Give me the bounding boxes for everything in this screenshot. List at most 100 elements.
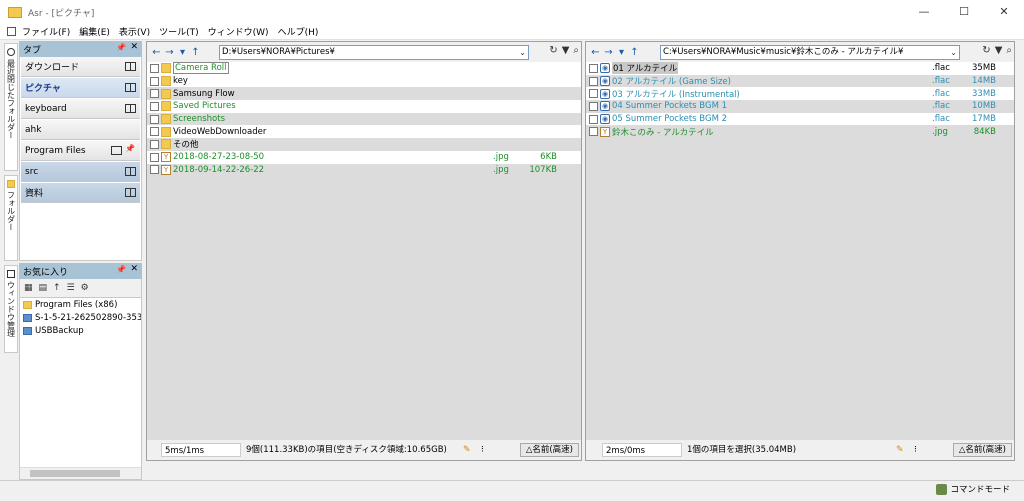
tab-item-src[interactable]: src (21, 162, 140, 182)
pin-icon[interactable]: 📌 (125, 144, 135, 153)
history-dropdown-icon[interactable]: ▾ (615, 47, 628, 58)
row-checkbox[interactable] (589, 101, 598, 111)
row-checkbox[interactable] (150, 101, 159, 111)
chevron-down-icon[interactable]: ⌄ (519, 46, 526, 59)
row-checkbox[interactable] (589, 127, 598, 137)
row-checkbox[interactable] (150, 114, 159, 124)
file-row[interactable]: key (147, 74, 581, 88)
row-checkbox[interactable] (150, 63, 159, 73)
back-arrow-icon[interactable]: ← (589, 47, 602, 58)
tab-item-keyboard[interactable]: keyboard (21, 99, 140, 119)
file-row[interactable]: VideoWebDownloader (147, 125, 581, 139)
forward-arrow-icon[interactable]: → (163, 47, 176, 58)
row-checkbox[interactable] (589, 63, 598, 73)
file-row[interactable]: ◉ 01 アルカテイル .flac 35MB (586, 62, 1014, 75)
file-row[interactable]: ◉ 04 Summer Pockets BGM 1 .flac 10MB (586, 100, 1014, 113)
file-row[interactable]: Saved Pictures (147, 100, 581, 113)
edit-icon[interactable]: ✎ (896, 445, 904, 455)
row-checkbox[interactable] (150, 139, 159, 149)
menu-tools[interactable]: ツール(T) (159, 25, 199, 38)
chevron-down-icon[interactable]: ⌄ (950, 46, 957, 59)
refresh-icon[interactable]: ↻ (549, 45, 557, 56)
menu-view[interactable]: 表示(V) (119, 25, 150, 38)
history-dropdown-icon[interactable]: ▾ (176, 47, 189, 58)
menu-file[interactable]: ファイル(F) (22, 25, 70, 38)
title-bar: Asr - [ピクチャ] — ☐ ✕ (0, 0, 1024, 24)
row-checkbox[interactable] (150, 165, 159, 175)
row-checkbox[interactable] (150, 89, 159, 99)
up-arrow-icon[interactable]: ↑ (189, 47, 202, 58)
tab-item-pictures[interactable]: ピクチャ (21, 78, 140, 98)
sort-button[interactable]: △名前(高速) (519, 443, 579, 457)
favorite-item[interactable]: Program Files (x86) (20, 298, 141, 311)
tab-item-program-files[interactable]: Program Files 📌 (21, 141, 140, 161)
file-row[interactable]: Screenshots (147, 113, 581, 126)
favorite-item[interactable]: S-1-5-21-262502890-35340 (20, 311, 141, 324)
menu-edit[interactable]: 編集(E) (79, 25, 110, 38)
split-pane-icon[interactable] (125, 167, 136, 176)
close-icon[interactable]: ✕ (130, 42, 138, 52)
split-pane-icon[interactable] (125, 104, 136, 113)
back-arrow-icon[interactable]: ← (150, 47, 163, 58)
pin-icon[interactable]: 📌 (116, 43, 126, 52)
file-row[interactable]: Camera Roll (147, 62, 581, 75)
tab-item-ahk[interactable]: ahk (21, 120, 140, 140)
filter-icon[interactable]: ▼ (562, 45, 570, 56)
file-row[interactable]: ◉ 02 アルカテイル (Game Size) .flac 14MB (586, 75, 1014, 88)
view-mode-icon[interactable]: ⁝ (914, 445, 917, 455)
search-icon[interactable]: ⌕ (1006, 45, 1012, 56)
status-info: 1個の項目を選択(35.04MB) (687, 445, 797, 455)
side-tab-folder[interactable]: フォルダー (4, 175, 18, 261)
path-input-left[interactable]: D:¥Users¥NORA¥Pictures¥ ⌄ (219, 45, 529, 60)
pin-icon[interactable]: 📌 (116, 265, 126, 274)
tab-item-downloads[interactable]: ダウンロード (21, 57, 140, 77)
close-button[interactable]: ✕ (984, 0, 1024, 24)
gear-icon[interactable]: ⚙ (81, 283, 89, 293)
file-row[interactable]: Y 2018-08-27-23-08-50 .jpg 6KB (147, 150, 581, 164)
tab-item-documents[interactable]: 資料 (21, 183, 140, 203)
file-row[interactable]: その他 (147, 138, 581, 151)
side-tab-recent[interactable]: 最近閉じたフォルダー (4, 43, 18, 171)
edit-icon[interactable]: ✎ (463, 445, 471, 455)
menu-help[interactable]: ヘルプ(H) (278, 25, 319, 38)
minimize-button[interactable]: — (904, 0, 944, 24)
close-icon[interactable]: ✕ (130, 264, 138, 274)
file-row[interactable]: Y 鈴木このみ - アルカテイル .jpg 84KB (586, 125, 1014, 138)
file-row[interactable]: ◉ 05 Summer Pockets BGM 2 .flac 17MB (586, 112, 1014, 126)
search-icon[interactable]: ⌕ (573, 45, 579, 56)
row-checkbox[interactable] (589, 114, 598, 124)
maximize-button[interactable]: ☐ (944, 0, 984, 24)
favorites-list: Program Files (x86) S-1-5-21-262502890-3… (19, 297, 142, 480)
add-favorite-icon[interactable]: ▦ (24, 283, 33, 293)
forward-arrow-icon[interactable]: → (602, 47, 615, 58)
split-pane-icon[interactable] (125, 188, 136, 197)
left-side-panel: タブ 📌 ✕ ダウンロード ピクチャ keyboard ahk Program … (19, 41, 142, 480)
row-checkbox[interactable] (150, 127, 159, 137)
refresh-icon[interactable]: ↻ (982, 45, 990, 56)
split-pane-icon[interactable] (125, 62, 136, 71)
row-checkbox[interactable] (150, 76, 159, 86)
file-row[interactable]: ◉ 03 アルカテイル (Instrumental) .flac 33MB (586, 87, 1014, 101)
side-tab-window[interactable]: ウィンドウ管理 (4, 265, 18, 353)
menu-window[interactable]: ウィンドウ(W) (208, 25, 269, 38)
menu-checkbox[interactable] (7, 27, 16, 36)
file-row[interactable]: Samsung Flow (147, 87, 581, 100)
row-checkbox[interactable] (589, 89, 598, 99)
favorite-item[interactable]: USBBackup (20, 324, 141, 337)
file-row[interactable]: Y 2018-09-14-22-26-22 .jpg 107KB (147, 164, 581, 177)
path-input-right[interactable]: C:¥Users¥NORA¥Music¥music¥鈴木このみ - アルカテイル… (660, 45, 960, 60)
command-mode-indicator[interactable]: コマンドモード (936, 483, 1010, 495)
filter-icon[interactable]: ▼ (995, 45, 1003, 56)
list-icon[interactable]: ☰ (67, 283, 75, 293)
split-pane-icon[interactable] (111, 146, 122, 155)
row-checkbox[interactable] (589, 76, 598, 86)
row-checkbox[interactable] (150, 152, 159, 162)
horizontal-scrollbar[interactable] (20, 467, 141, 479)
sort-button[interactable]: △名前(高速) (952, 443, 1012, 457)
view-mode-icon[interactable]: ⁝ (481, 445, 484, 455)
up-arrow-icon[interactable]: ↑ (53, 283, 61, 293)
folder-add-icon[interactable]: ▤ (39, 283, 48, 293)
split-pane-icon[interactable] (125, 83, 136, 92)
scroll-thumb[interactable] (30, 470, 120, 477)
up-arrow-icon[interactable]: ↑ (628, 47, 641, 58)
